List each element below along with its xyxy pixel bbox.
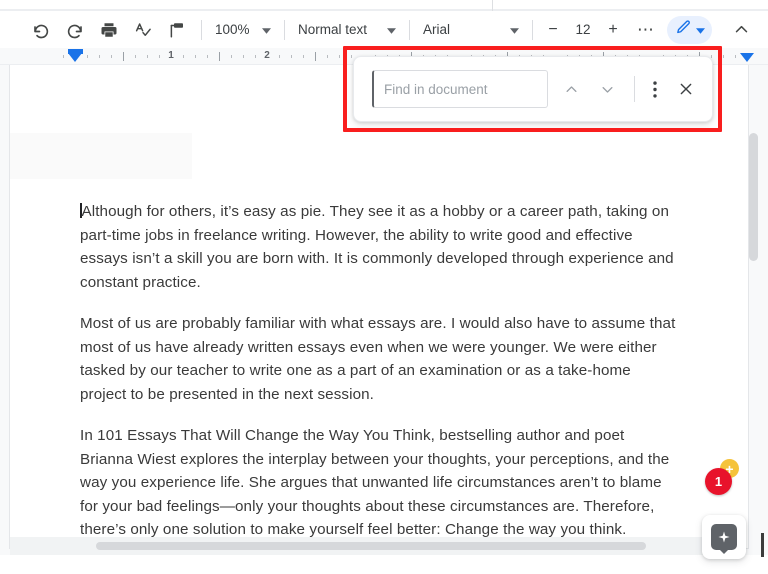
horizontal-scrollbar[interactable]: [10, 537, 730, 555]
find-input[interactable]: [372, 70, 548, 108]
font-size-stepper: − 12 +: [540, 17, 626, 43]
vertical-scrollbar-thumb[interactable]: [749, 133, 758, 261]
horizontal-scrollbar-thumb[interactable]: [96, 542, 646, 550]
ruler-tick: [135, 55, 136, 58]
ruler-tick: [99, 55, 100, 58]
page-header-placeholder: [10, 133, 192, 179]
text-cursor-pointer: [761, 533, 764, 557]
more-options-icon[interactable]: ⋯: [632, 16, 660, 44]
font-family-dropdown[interactable]: Arial: [417, 17, 525, 43]
increase-font-size-button[interactable]: +: [600, 17, 626, 43]
paragraph-1-text: Although for others, it’s easy as pie. T…: [80, 203, 674, 291]
toolbar-separator-1: [201, 19, 202, 40]
toolbar-separator-4: [532, 19, 533, 40]
chevron-down-icon: [387, 22, 396, 37]
ruler-tick: [63, 55, 64, 58]
ruler-tick: [207, 55, 208, 58]
hide-menus-button[interactable]: [726, 15, 756, 45]
find-previous-button[interactable]: [560, 74, 584, 104]
print-icon[interactable]: [94, 15, 124, 45]
canvas-bottom-padding: [0, 555, 768, 574]
paragraph-1: Although for others, it’s easy as pie. T…: [80, 200, 680, 294]
ruler-tick: [111, 55, 112, 58]
redo-icon[interactable]: [60, 15, 90, 45]
editing-mode-button[interactable]: [667, 15, 712, 44]
ruler-tick: [159, 55, 160, 58]
ruler-tick: [279, 55, 280, 58]
toolbar-separator-3: [409, 19, 410, 40]
ruler-tick: [195, 55, 196, 58]
ruler-tick: [219, 52, 220, 61]
document-page[interactable]: Although for others, it’s easy as pie. T…: [10, 65, 748, 548]
main-toolbar: 100% Normal text Arial − 12 + ⋯: [0, 11, 768, 48]
ruler-number: 2: [264, 50, 270, 61]
find-next-button[interactable]: [596, 74, 620, 104]
ruler-tick: [183, 55, 184, 58]
ruler-tick: [735, 55, 736, 58]
chevron-down-icon: [262, 22, 271, 37]
chevron-down-icon: [696, 21, 705, 39]
font-size-input[interactable]: 12: [566, 17, 600, 43]
paragraph-2: Most of us are probably familiar with wh…: [80, 315, 676, 403]
font-family-value: Arial: [423, 22, 451, 37]
paint-format-icon[interactable]: [162, 15, 192, 45]
spelling-check-icon[interactable]: [128, 15, 158, 45]
pencil-icon: [675, 19, 692, 41]
ruler-tick: [255, 55, 256, 58]
left-indent-marker[interactable]: [68, 49, 83, 62]
ruler-tick: [327, 55, 328, 58]
top-vertical-separator: [492, 0, 493, 11]
decrease-font-size-button[interactable]: −: [540, 17, 566, 43]
ruler-tick: [243, 55, 244, 58]
right-indent-marker[interactable]: [740, 49, 755, 62]
ruler-tick: [315, 52, 316, 61]
paragraph-3: In 101 Essays That Will Change the Way Y…: [80, 427, 670, 538]
assistant-floating-button[interactable]: [702, 515, 746, 559]
ruler-tick: [291, 55, 292, 58]
toolbar-separator-2: [284, 19, 285, 40]
ruler-number: 1: [168, 50, 174, 61]
ruler-tick: [723, 55, 724, 58]
window-top-strip: [0, 0, 768, 11]
ruler-tick: [303, 55, 304, 58]
chevron-down-icon: [510, 22, 519, 37]
ruler-tick: [123, 52, 124, 61]
ruler-tick: [339, 55, 340, 58]
undo-icon[interactable]: [26, 15, 56, 45]
find-bar-separator: [633, 76, 635, 102]
ruler-tick: [147, 55, 148, 58]
close-icon[interactable]: [674, 74, 698, 104]
find-options-icon[interactable]: [644, 75, 666, 103]
ruler-tick: [351, 55, 352, 58]
zoom-dropdown[interactable]: 100%: [209, 17, 277, 43]
ruler-tick: [87, 55, 88, 58]
notification-count-badge[interactable]: 1: [705, 468, 732, 495]
zoom-value: 100%: [215, 22, 250, 37]
docs-editor-window: 100% Normal text Arial − 12 + ⋯ 1 2 Alth…: [0, 0, 768, 574]
document-canvas: Although for others, it’s easy as pie. T…: [0, 65, 768, 574]
paragraph-style-value: Normal text: [298, 22, 368, 37]
paragraph-style-dropdown[interactable]: Normal text: [292, 17, 402, 43]
ruler-tick: [711, 55, 712, 58]
ruler-tick: [231, 55, 232, 58]
vertical-scrollbar[interactable]: [749, 133, 758, 573]
document-body[interactable]: Although for others, it’s easy as pie. T…: [80, 200, 680, 560]
sparkle-pin-icon: [711, 524, 737, 550]
find-in-document-bar: [353, 56, 713, 122]
